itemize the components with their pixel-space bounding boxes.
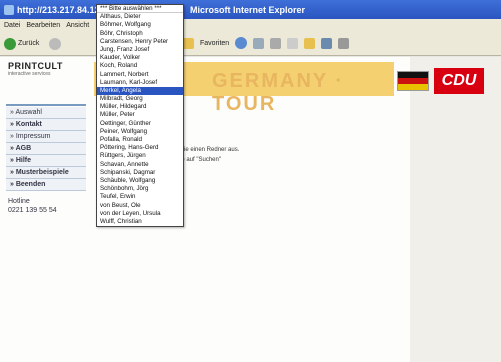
history-icon[interactable] — [235, 37, 248, 49]
german-flag-icon — [397, 71, 429, 91]
left-navigation: » Auswahl » Kontakt » Impressum » AGB » … — [6, 104, 86, 191]
dropdown-option[interactable]: Teufel, Erwin — [97, 193, 183, 201]
banner-text: GERMANY · TOUR — [212, 70, 345, 115]
window-title: Microsoft Internet Explorer — [190, 4, 306, 15]
dropdown-option[interactable]: Oettinger, Günther — [97, 120, 183, 128]
title-bar: http://213.217.84.12 Microsoft Internet … — [0, 0, 501, 19]
nav-beenden[interactable]: » Beenden — [6, 179, 86, 191]
menu-bearbeiten[interactable]: Bearbeiten — [26, 22, 60, 29]
dropdown-option[interactable]: *** Bitte auswählen *** — [97, 5, 183, 14]
nav-agb[interactable]: » AGB — [6, 143, 86, 155]
dropdown-option[interactable]: Schavan, Annette — [97, 161, 183, 169]
dropdown-option[interactable]: Althaus, Dieter — [97, 13, 183, 21]
favorites-label[interactable]: Favoriten — [200, 40, 229, 47]
hotline-label: Hotline — [8, 198, 30, 205]
speaker-dropdown-list[interactable]: *** Bitte auswählen *** Althaus, Dieter Bö… — [96, 4, 184, 228]
dropdown-option[interactable]: Carstensen, Henry Peter — [97, 38, 183, 46]
back-arrow-icon — [4, 37, 16, 50]
dropdown-option[interactable]: Schäuble, Wolfgang — [97, 177, 183, 185]
instruction-line-2: ie auf "Suchen" — [180, 157, 221, 163]
logo-text: PRINTCULT — [8, 61, 63, 71]
nav-musterbeispiele[interactable]: » Musterbeispiele — [6, 167, 86, 179]
dropdown-option[interactable]: Jung, Franz Josef — [97, 46, 183, 54]
nav-hilfe[interactable]: » Hilfe — [6, 155, 86, 167]
dropdown-option[interactable]: Milbradt, Georg — [97, 95, 183, 103]
hotline-number: 0221 139 55 54 — [8, 207, 57, 214]
forward-icon[interactable] — [49, 37, 62, 50]
back-label: Zurück — [18, 40, 40, 47]
nav-impressum[interactable]: » Impressum — [6, 131, 86, 143]
menu-ansicht[interactable]: Ansicht — [66, 22, 89, 29]
printcult-logo: PRINTCULT interactive services — [8, 61, 94, 87]
edit-icon[interactable] — [287, 37, 299, 49]
menu-bar: Datei Bearbeiten Ansicht — [0, 19, 501, 32]
dropdown-option[interactable]: Müller, Hildegard — [97, 103, 183, 111]
dropdown-option[interactable]: Böhr, Christoph — [97, 30, 183, 38]
dropdown-option[interactable]: Pöttering, Hans-Gerd — [97, 144, 183, 152]
dropdown-option[interactable]: Koch, Roland — [97, 62, 183, 70]
mail-icon[interactable] — [253, 37, 265, 49]
window-url: http://213.217.84.12 — [17, 4, 100, 15]
print-icon[interactable] — [270, 37, 282, 49]
instruction-text: Sie einen Redner aus. ie auf "Suchen" — [180, 145, 239, 165]
favorites-icon[interactable] — [183, 37, 194, 49]
nav-auswahl[interactable]: » Auswahl — [6, 107, 86, 119]
dropdown-option[interactable]: von der Leyen, Ursula — [97, 210, 183, 218]
page-content: PRINTCULT interactive services GERMANY ·… — [0, 57, 501, 362]
nav-kontakt[interactable]: » Kontakt — [6, 119, 86, 131]
logo-subtext: interactive services — [8, 71, 51, 77]
dropdown-option[interactable]: Peiner, Wolfgang — [97, 128, 183, 136]
toolbar-icons: Favoriten — [183, 37, 350, 49]
dropdown-option[interactable]: Müller, Peter — [97, 111, 183, 119]
messenger-icon[interactable] — [321, 37, 333, 49]
hotline: Hotline 0221 139 55 54 — [8, 197, 57, 215]
back-button[interactable]: Zurück — [4, 37, 40, 50]
right-background — [410, 57, 501, 362]
dropdown-option[interactable]: Wulff, Christian — [97, 218, 183, 226]
ie-icon — [4, 4, 14, 15]
dropdown-option[interactable]: Schönbohm, Jörg — [97, 185, 183, 193]
dropdown-option[interactable]: von Beust, Ole — [97, 202, 183, 210]
folder-icon[interactable] — [304, 37, 316, 49]
nav-divider — [6, 104, 86, 106]
dropdown-option[interactable]: Rüttgers, Jürgen — [97, 152, 183, 160]
menu-datei[interactable]: Datei — [4, 22, 20, 29]
cdu-logo: CDU — [434, 68, 484, 94]
dropdown-option[interactable]: Laumann, Karl-Josef — [97, 79, 183, 87]
dropdown-option[interactable]: Pofalla, Ronald — [97, 136, 183, 144]
dropdown-option[interactable]: Schipanski, Dagmar — [97, 169, 183, 177]
dropdown-option[interactable]: Merkel, Angela — [97, 86, 183, 96]
toolbar: Zurück Favoriten — [0, 32, 501, 56]
tools-icon[interactable] — [338, 37, 350, 49]
dropdown-option[interactable]: Kauder, Volker — [97, 54, 183, 62]
dropdown-option[interactable]: Lammert, Norbert — [97, 71, 183, 79]
instruction-line-1: Sie einen Redner aus. — [180, 147, 240, 153]
dropdown-option[interactable]: Böhmer, Wolfgang — [97, 21, 183, 29]
